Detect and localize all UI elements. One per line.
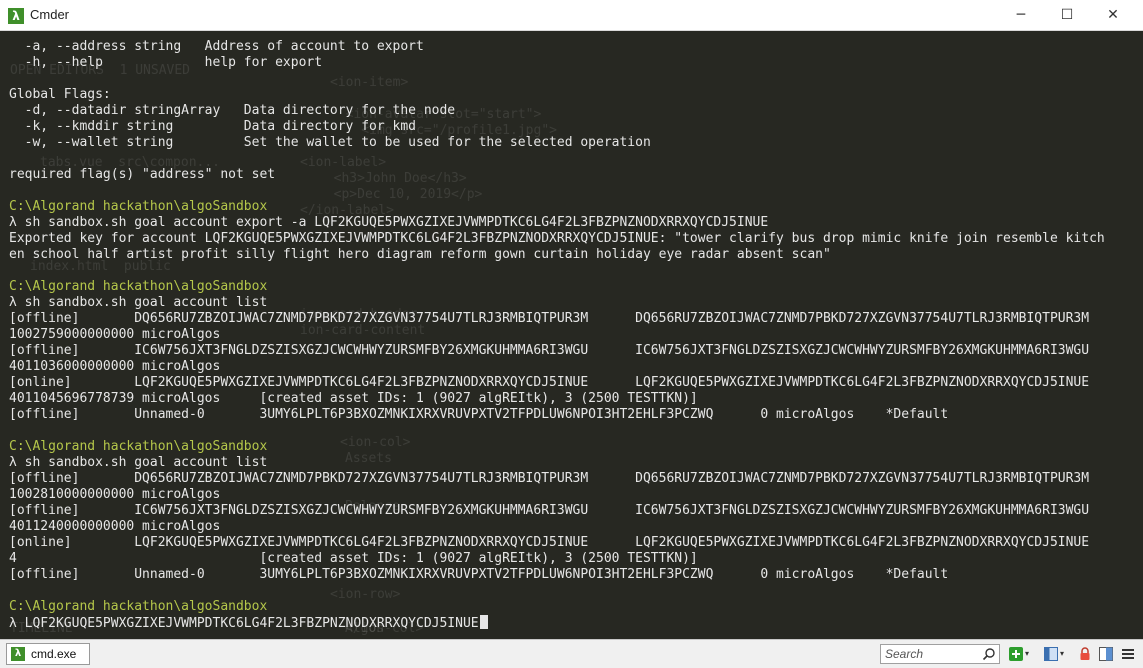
console-line-text: Exported key for account LQF2KGUQE5PWXGZ… bbox=[9, 231, 1105, 246]
chevron-down-icon: ▾ bbox=[1024, 649, 1029, 658]
console-line-text: -d, --datadir stringArray Data directory… bbox=[9, 103, 456, 118]
console-line: -d, --datadir stringArray Data directory… bbox=[9, 103, 1105, 119]
console-line-text: Global Flags: bbox=[9, 87, 111, 102]
lock-icon bbox=[1080, 647, 1090, 660]
console-line: [online] LQF2KGUQE5PWXGZIXEJVWMPDTKC6LG4… bbox=[9, 535, 1105, 551]
lambda-icon: λ bbox=[11, 647, 25, 661]
search-box bbox=[880, 644, 1000, 664]
switch-view-button[interactable]: ▾ bbox=[1041, 645, 1067, 663]
console-line-text: 4 [created asset IDs: 1 (9027 algREItk),… bbox=[9, 551, 698, 566]
console-line-text: λ sh sandbox.sh goal account export -a L… bbox=[9, 215, 769, 230]
minimize-icon: ─ bbox=[1016, 7, 1026, 23]
console-line-text: 1002810000000000 microAlgos bbox=[9, 487, 221, 502]
minimize-button[interactable]: ─ bbox=[998, 0, 1044, 30]
settings-button[interactable] bbox=[1119, 645, 1137, 663]
status-bar: λ cmd.exe ▾ ▾ bbox=[0, 639, 1143, 668]
console-line-text: 4011240000000000 microAlgos bbox=[9, 519, 221, 534]
console-line: [offline] DQ656RU7ZBZOIJWAC7ZNMD7PBKD727… bbox=[9, 471, 1105, 487]
console-line: -h, --help help for export bbox=[9, 55, 1105, 71]
maximize-icon: ☐ bbox=[1060, 7, 1074, 23]
console-line-text: [offline] Unnamed-0 3UMY6LPLT6P3BXOZMNKI… bbox=[9, 567, 949, 582]
console-line: [offline] Unnamed-0 3UMY6LPLT6P3BXOZMNKI… bbox=[9, 567, 1105, 583]
console-line-text: C:\Algorand hackathon\algoSandbox bbox=[9, 199, 268, 214]
console-line-text: λ sh sandbox.sh goal account list bbox=[9, 455, 268, 470]
prompt-path: C:\Algorand hackathon\algoSandbox bbox=[9, 439, 1105, 455]
console-line-text: 1002759000000000 microAlgos bbox=[9, 327, 221, 342]
console-line: [online] LQF2KGUQE5PWXGZIXEJVWMPDTKC6LG4… bbox=[9, 375, 1105, 391]
console-line-text: en school half artist profit silly fligh… bbox=[9, 247, 831, 262]
console-line: 4 [created asset IDs: 1 (9027 algREItk),… bbox=[9, 551, 1105, 567]
new-console-button[interactable]: ▾ bbox=[1006, 645, 1032, 663]
console-line: -k, --kmddir string Data directory for k… bbox=[9, 119, 1105, 135]
console-line-text: [online] LQF2KGUQE5PWXGZIXEJVWMPDTKC6LG4… bbox=[9, 535, 1090, 550]
console-line-text: C:\Algorand hackathon\algoSandbox bbox=[9, 439, 268, 454]
tab-label: cmd.exe bbox=[31, 647, 77, 661]
console-line-text: C:\Algorand hackathon\algoSandbox bbox=[9, 599, 268, 614]
console-line-text: λ LQF2KGUQE5PWXGZIXEJVWMPDTKC6LG4F2L3FBZ… bbox=[9, 616, 479, 631]
window-icon bbox=[1043, 647, 1058, 661]
console-line: -w, --wallet string Set the wallet to be… bbox=[9, 135, 1105, 151]
console-line-text: [offline] Unnamed-0 3UMY6LPLT6P3BXOZMNKI… bbox=[9, 407, 949, 422]
console-line: λ sh sandbox.sh goal account export -a L… bbox=[9, 215, 1105, 231]
console-line-text: [online] LQF2KGUQE5PWXGZIXEJVWMPDTKC6LG4… bbox=[9, 375, 1090, 390]
close-button[interactable]: ✕ bbox=[1090, 0, 1136, 30]
console-line-text: [offline] DQ656RU7ZBZOIJWAC7ZNMD7PBKD727… bbox=[9, 311, 1090, 326]
cmder-logo-icon: λ bbox=[8, 8, 24, 24]
console-line: λ sh sandbox.sh goal account list bbox=[9, 455, 1105, 471]
console-line-text: -w, --wallet string Set the wallet to be… bbox=[9, 135, 651, 150]
prompt-path: C:\Algorand hackathon\algoSandbox bbox=[9, 599, 1105, 615]
console-line: en school half artist profit silly fligh… bbox=[9, 247, 1105, 263]
plus-icon bbox=[1008, 647, 1023, 661]
console-line: Global Flags: bbox=[9, 87, 1105, 103]
console-line-text: -k, --kmddir string Data directory for k… bbox=[9, 119, 416, 134]
console-line-text: C:\Algorand hackathon\algoSandbox bbox=[9, 279, 268, 294]
console-line-text: 4011036000000000 microAlgos bbox=[9, 359, 221, 374]
console-line: [offline] Unnamed-0 3UMY6LPLT6P3BXOZMNKI… bbox=[9, 407, 1105, 423]
split-view-icon bbox=[1099, 647, 1113, 661]
console-line: 1002810000000000 microAlgos bbox=[9, 487, 1105, 503]
prompt-path: C:\Algorand hackathon\algoSandbox bbox=[9, 279, 1105, 295]
console-line: [offline] IC6W756JXT3FNGLDZSZISXGZJCWCWH… bbox=[9, 503, 1105, 519]
console-line: λ sh sandbox.sh goal account list bbox=[9, 295, 1105, 311]
prompt-path: C:\Algorand hackathon\algoSandbox bbox=[9, 199, 1105, 215]
console-line: -a, --address string Address of account … bbox=[9, 39, 1105, 55]
search-input[interactable] bbox=[881, 645, 989, 663]
console-line-text: -h, --help help for export bbox=[9, 55, 323, 70]
maximize-button[interactable]: ☐ bbox=[1044, 0, 1090, 30]
console-line: 4011240000000000 microAlgos bbox=[9, 519, 1105, 535]
title-bar: λ Cmder ─ ☐ ✕ bbox=[0, 0, 1143, 31]
split-view-button[interactable] bbox=[1097, 645, 1115, 663]
console-line-text: 4011045696778739 microAlgos [created ass… bbox=[9, 391, 698, 406]
console-line-text: required flag(s) "address" not set bbox=[9, 167, 276, 182]
console-line: required flag(s) "address" not set bbox=[9, 167, 1105, 183]
text-cursor bbox=[479, 615, 488, 629]
hamburger-menu-icon bbox=[1122, 649, 1134, 659]
console-line-text: [offline] IC6W756JXT3FNGLDZSZISXGZJCWCWH… bbox=[9, 503, 1090, 518]
console-line: 4011045696778739 microAlgos [created ass… bbox=[9, 391, 1105, 407]
chevron-down-icon: ▾ bbox=[1059, 649, 1064, 658]
close-icon: ✕ bbox=[1107, 7, 1119, 23]
console-line-text: [offline] DQ656RU7ZBZOIJWAC7ZNMD7PBKD727… bbox=[9, 471, 1090, 486]
console-line-text: [offline] IC6W756JXT3FNGLDZSZISXGZJCWCWH… bbox=[9, 343, 1090, 358]
console-line: [offline] DQ656RU7ZBZOIJWAC7ZNMD7PBKD727… bbox=[9, 311, 1105, 327]
console-line-text: -a, --address string Address of account … bbox=[9, 39, 424, 54]
console-line: 1002759000000000 microAlgos bbox=[9, 327, 1105, 343]
console-lines: -a, --address string Address of account … bbox=[9, 39, 1105, 631]
console-line: λ LQF2KGUQE5PWXGZIXEJVWMPDTKC6LG4F2L3FBZ… bbox=[9, 615, 1105, 631]
console-tab[interactable]: λ cmd.exe bbox=[6, 643, 90, 665]
terminal-output[interactable]: OPEN EDITORS 1 UNSAVED tabs.vue src\compo… bbox=[0, 31, 1143, 639]
console-line: 4011036000000000 microAlgos bbox=[9, 359, 1105, 375]
lock-button[interactable] bbox=[1076, 645, 1094, 663]
search-icon[interactable] bbox=[982, 647, 996, 661]
console-line: Exported key for account LQF2KGUQE5PWXGZ… bbox=[9, 231, 1105, 247]
console-line: [offline] IC6W756JXT3FNGLDZSZISXGZJCWCWH… bbox=[9, 343, 1105, 359]
console-line-text: λ sh sandbox.sh goal account list bbox=[9, 295, 268, 310]
window-title: Cmder bbox=[30, 7, 70, 22]
